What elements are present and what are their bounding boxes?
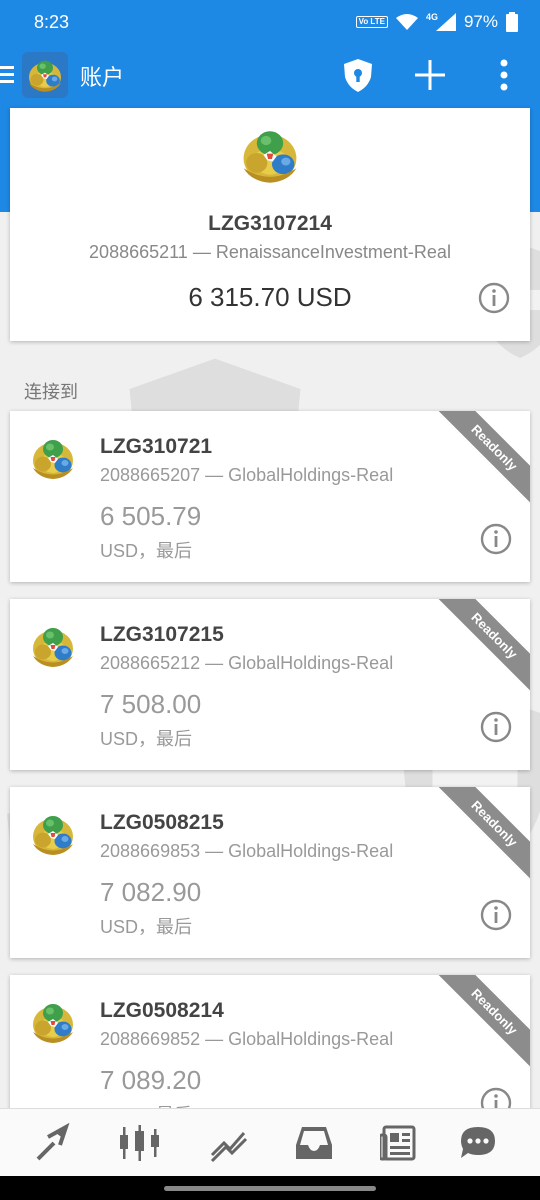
status-time: 8:23 <box>34 11 70 32</box>
add-icon[interactable] <box>410 55 450 95</box>
account-card[interactable]: LZG310721 2088665207 — GlobalHoldings-Re… <box>10 411 530 582</box>
account-server: 2088669852 — GlobalHoldings-Real <box>100 1029 394 1049</box>
trade-icon[interactable] <box>208 1123 248 1163</box>
menu-icon[interactable] <box>0 62 16 88</box>
account-login: LZG0508215 <box>100 811 224 834</box>
metatrader-logo-icon <box>28 997 78 1047</box>
account-card[interactable]: LZG0508215 2088669853 — GlobalHoldings-R… <box>10 787 530 958</box>
system-nav-bar <box>0 1176 540 1200</box>
account-login: LZG0508214 <box>100 999 224 1022</box>
account-login: LZG310721 <box>100 435 213 458</box>
more-vert-icon[interactable] <box>484 55 524 95</box>
account-server: 2088669853 — GlobalHoldings-Real <box>100 841 394 861</box>
metatrader-logo-icon <box>28 809 78 859</box>
readonly-badge: Readonly <box>435 975 530 1071</box>
account-currency: USD，最后 <box>100 541 193 561</box>
info-icon[interactable] <box>480 899 512 931</box>
battery-percent: 97% <box>463 12 498 31</box>
account-balance: 7 089.20 <box>100 1065 202 1095</box>
bottom-navigation <box>0 1108 540 1176</box>
home-indicator[interactable] <box>164 1186 376 1191</box>
account-balance: 6 315.70 USD <box>188 282 352 312</box>
chat-icon[interactable] <box>458 1123 498 1163</box>
app-logo-icon <box>22 52 68 98</box>
metatrader-logo-icon <box>28 621 78 671</box>
account-server: 2088665207 — GlobalHoldings-Real <box>100 465 394 485</box>
readonly-badge: Readonly <box>435 787 530 883</box>
volte-icon: Vo LTE <box>355 16 388 28</box>
info-icon[interactable] <box>480 711 512 743</box>
wifi-icon <box>395 14 418 30</box>
current-account-card[interactable]: LZG3107214 2088665211 — RenaissanceInves… <box>10 108 530 341</box>
shield-lock-icon[interactable] <box>338 55 378 95</box>
account-login: LZG3107214 <box>208 212 332 235</box>
info-icon[interactable] <box>478 282 510 314</box>
quotes-icon[interactable] <box>34 1123 74 1163</box>
section-label: 连接到 <box>24 382 78 402</box>
account-card[interactable]: LZG3107215 2088665212 — GlobalHoldings-R… <box>10 599 530 770</box>
account-server: 2088665212 — GlobalHoldings-Real <box>100 653 394 673</box>
status-bar: 8:23 Vo LTE 4G 97% <box>0 0 540 44</box>
news-icon[interactable] <box>380 1123 420 1163</box>
readonly-badge: Readonly <box>435 411 530 507</box>
info-icon[interactable] <box>480 523 512 555</box>
signal-icon <box>435 13 456 31</box>
page-title: 账户 <box>80 65 125 90</box>
battery-icon <box>506 12 518 32</box>
account-login: LZG3107215 <box>100 623 224 646</box>
account-balance: 7 082.90 <box>100 877 202 907</box>
account-balance: 6 505.79 <box>100 501 202 531</box>
app-bar: 账户 <box>0 44 540 106</box>
account-currency: USD，最后 <box>100 729 193 749</box>
account-balance: 7 508.00 <box>100 689 202 719</box>
chart-icon[interactable] <box>120 1123 160 1163</box>
metatrader-logo-icon <box>28 433 78 483</box>
account-server: 2088665211 — RenaissanceInvestment-Real <box>89 242 451 262</box>
history-icon[interactable] <box>294 1123 334 1163</box>
metatrader-logo-icon <box>237 122 303 188</box>
account-currency: USD，最后 <box>100 917 193 937</box>
readonly-badge: Readonly <box>435 599 530 695</box>
